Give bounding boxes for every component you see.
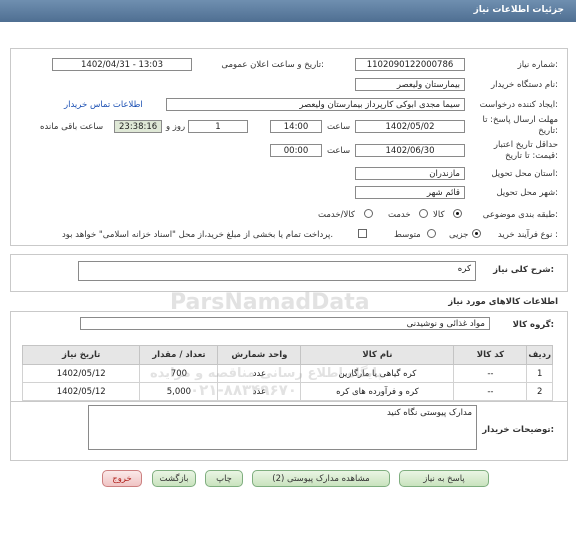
table-row: 1 -- کره گیاهی یا مارگارین عدد 700 1402/… (21, 364, 553, 383)
purchase-option-minor: جزیی (449, 230, 469, 240)
requester-field: سیما مجدی ابوکی کارپرداز بیمارستان ولیعص… (166, 98, 465, 111)
col-row: ردیف (526, 345, 553, 365)
validity-time-label: ساعت (327, 146, 351, 156)
goods-table-header: ردیف کد کالا نام کالا واحد شمارش تعداد /… (21, 345, 553, 365)
item-quantity: 5,000 (139, 382, 219, 401)
category-label: طبقه بندی موضوعی: (482, 210, 558, 220)
item-code: -- (453, 364, 528, 383)
category-option-service: خدمت (388, 210, 411, 220)
col-name: نام کالا (300, 345, 455, 365)
category-option-goods-service: کالا/خدمت (318, 210, 355, 220)
validity-time-field: 00:00 (270, 144, 322, 157)
deadline-time-label: ساعت (327, 122, 351, 132)
need-number-field: 1102090122000786 (355, 58, 465, 71)
province-label: استان محل تحویل: (491, 169, 558, 179)
attachments-button[interactable]: مشاهده مدارک پیوستی (2) (252, 470, 390, 487)
need-number-label: شماره نیاز: (517, 60, 558, 70)
deadline-date-field: 1402/05/02 (355, 120, 465, 133)
item-name: کره و فرآورده های کره (300, 382, 455, 401)
goods-group-field: مواد غذائی و نوشیدنی (80, 317, 490, 330)
buyer-notes-label: توضیحات خریدار: (482, 425, 554, 435)
days-label: روز و (166, 122, 186, 132)
province-field: مازندران (355, 167, 465, 180)
purchase-radio-minor[interactable] (472, 229, 481, 238)
requester-label: ایجاد کننده درخواست: (479, 100, 558, 110)
category-radio-service[interactable] (419, 209, 428, 218)
buyer-org-label: نام دستگاه خریدار: (491, 80, 558, 90)
item-need-date: 1402/05/12 (21, 382, 141, 401)
buyer-contact-link[interactable]: اطلاعات تماس خریدار (64, 100, 143, 110)
item-unit: عدد (217, 382, 302, 401)
exit-button[interactable]: خروج (102, 470, 142, 487)
validity-label: حداقل تاریخ اعتبار قیمت: تا تاریخ: (493, 140, 558, 161)
title-bar: جزئیات اطلاعات نیاز (0, 0, 576, 22)
deadline-time-field: 14:00 (270, 120, 322, 133)
goods-group-label: گروه کالا: (512, 320, 554, 330)
category-radio-goods-service[interactable] (364, 209, 373, 218)
item-quantity: 700 (139, 364, 219, 383)
validity-date-field: 1402/06/30 (355, 144, 465, 157)
back-button[interactable]: بازگشت (152, 470, 196, 487)
reply-button[interactable]: پاسخ به نیاز (399, 470, 489, 487)
remaining-label: ساعت باقی مانده (40, 122, 104, 132)
col-unit: واحد شمارش (217, 345, 302, 365)
col-code: کد کالا (453, 345, 528, 365)
item-code: -- (453, 382, 528, 401)
buyer-org-field: بیمارستان ولیعصر (355, 78, 465, 91)
summary-label: شرح کلی نیاز: (493, 265, 554, 275)
summary-field: کره (78, 261, 476, 281)
city-label: شهر محل تحویل: (496, 188, 558, 198)
purchase-option-medium: متوسط (394, 230, 421, 240)
city-field: قائم شهر (355, 186, 465, 199)
announce-field: 1402/04/31 - 13:03 (52, 58, 192, 71)
col-need-date: تاریخ نیاز (21, 345, 141, 365)
treasury-payment-checkbox[interactable] (358, 229, 367, 238)
purchase-type-label: نوع فرآیند خرید : (497, 230, 558, 240)
remaining-time-field: 23:38:16 (114, 120, 162, 133)
print-button[interactable]: چاپ (205, 470, 243, 487)
purchase-radio-medium[interactable] (427, 229, 436, 238)
category-radio-goods[interactable] (453, 209, 462, 218)
item-unit: عدد (217, 364, 302, 383)
col-quantity: تعداد / مقدار (139, 345, 219, 365)
row-number: 1 (526, 364, 553, 383)
announce-label: تاریخ و ساعت اعلان عمومی: (221, 60, 324, 70)
row-number: 2 (526, 382, 553, 401)
table-row: 2 -- کره و فرآورده های کره عدد 5,000 140… (21, 382, 553, 401)
category-option-goods: کالا (433, 210, 445, 220)
deadline-label: مهلت ارسال پاسخ: تا تاریخ: (482, 115, 558, 136)
days-field: 1 (188, 120, 248, 133)
treasury-payment-note: پرداخت تمام یا بخشی از مبلغ خرید،از محل … (62, 230, 334, 240)
item-name: کره گیاهی یا مارگارین (300, 364, 455, 383)
goods-table: ردیف کد کالا نام کالا واحد شمارش تعداد /… (21, 345, 553, 401)
page-title: جزئیات اطلاعات نیاز (473, 5, 564, 15)
buyer-notes-field: مدارک پیوستی نگاه کنید (88, 405, 477, 450)
goods-section-title: اطلاعات کالاهای مورد نیاز (448, 297, 558, 307)
item-need-date: 1402/05/12 (21, 364, 141, 383)
